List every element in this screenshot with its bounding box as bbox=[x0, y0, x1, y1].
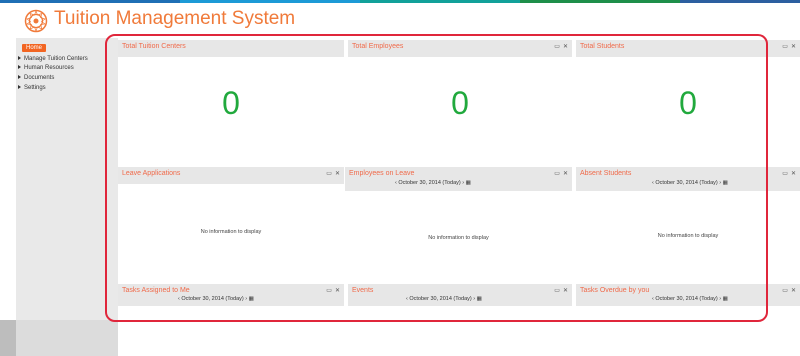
widget-header: Total Employees ▭ ✕ bbox=[348, 40, 572, 57]
caret-right-icon bbox=[18, 56, 21, 61]
chevron-right-icon[interactable]: › bbox=[719, 296, 721, 302]
widget-total-employees: Total Employees ▭ ✕ 0 bbox=[348, 40, 572, 162]
caret-right-icon bbox=[18, 65, 21, 70]
chevron-right-icon[interactable]: › bbox=[473, 296, 475, 302]
chevron-left-icon[interactable]: ‹ bbox=[652, 296, 654, 302]
caret-right-icon bbox=[18, 75, 21, 80]
sidebar-item-documents[interactable]: Documents bbox=[18, 75, 54, 81]
date-navigator: ‹ October 30, 2014 (Today) › ▦ bbox=[178, 296, 254, 302]
calendar-icon[interactable]: ▦ bbox=[466, 180, 471, 186]
home-button[interactable]: Home bbox=[22, 44, 47, 52]
calendar-icon[interactable]: ▦ bbox=[723, 180, 728, 186]
footer-block bbox=[16, 320, 118, 356]
chevron-right-icon[interactable]: › bbox=[245, 296, 247, 302]
date-navigator: ‹ October 30, 2014 (Today) › ▦ bbox=[395, 180, 471, 186]
date-label: October 30, 2014 (Today) bbox=[655, 180, 718, 186]
app-title: Tuition Management System bbox=[54, 8, 296, 29]
sidebar-item-label: Documents bbox=[24, 75, 55, 81]
close-icon[interactable]: ✕ bbox=[563, 44, 568, 50]
sidebar-item-manage-tuition-centers[interactable]: Manage Tuition Centers bbox=[18, 56, 88, 62]
date-navigator: ‹ October 30, 2014 (Today) › ▦ bbox=[652, 180, 728, 186]
close-icon[interactable]: ✕ bbox=[791, 171, 796, 177]
widget-header: Leave Applications ▭ ✕ bbox=[118, 167, 344, 184]
close-icon[interactable]: ✕ bbox=[563, 171, 568, 177]
widget-title: Tasks Assigned to Me bbox=[122, 287, 190, 294]
chevron-left-icon[interactable]: ‹ bbox=[395, 180, 397, 186]
sidebar-item-label: Settings bbox=[24, 85, 46, 91]
chevron-left-icon[interactable]: ‹ bbox=[178, 296, 180, 302]
widget-absent-students: Absent Students ▭ ✕ ‹ October 30, 2014 (T… bbox=[576, 167, 800, 282]
total-tuition-centers-count: 0 bbox=[222, 85, 240, 121]
app-header: Tuition Management System bbox=[0, 3, 800, 36]
close-icon[interactable]: ✕ bbox=[335, 171, 340, 177]
chevron-right-icon[interactable]: › bbox=[719, 180, 721, 186]
widget-title: Total Employees bbox=[352, 43, 404, 50]
widget-header: Tasks Overdue by you ▭ ✕ ‹ October 30, 20… bbox=[576, 284, 800, 306]
empty-message: No information to display bbox=[200, 229, 262, 235]
calendar-icon[interactable]: ▦ bbox=[249, 296, 254, 302]
window-icon[interactable]: ▭ bbox=[782, 171, 788, 177]
widget-title: Total Tuition Centers bbox=[122, 43, 186, 50]
total-employees-count: 0 bbox=[451, 85, 469, 121]
widget-employees-on-leave: Employees on Leave ▭ ✕ ‹ October 30, 2014… bbox=[345, 167, 572, 282]
date-label: October 30, 2014 (Today) bbox=[655, 296, 718, 302]
window-icon[interactable]: ▭ bbox=[554, 288, 560, 294]
widget-total-tuition-centers: Total Tuition Centers 0 bbox=[118, 40, 344, 162]
total-students-count: 0 bbox=[679, 85, 697, 121]
widget-title: Tasks Overdue by you bbox=[580, 287, 650, 294]
window-icon[interactable]: ▭ bbox=[782, 44, 788, 50]
widget-title: Absent Students bbox=[580, 170, 632, 177]
sidebar-item-human-resources[interactable]: Human Resources bbox=[18, 65, 74, 71]
chevron-left-icon[interactable]: ‹ bbox=[406, 296, 408, 302]
date-label: October 30, 2014 (Today) bbox=[181, 296, 244, 302]
widget-header: Total Students ▭ ✕ bbox=[576, 40, 800, 57]
widget-title: Employees on Leave bbox=[349, 170, 415, 177]
widget-events: Events ▭ ✕ ‹ October 30, 2014 (Today) › ▦ bbox=[348, 284, 572, 356]
sidebar-item-label: Manage Tuition Centers bbox=[24, 56, 88, 62]
chevron-left-icon[interactable]: ‹ bbox=[652, 180, 654, 186]
window-icon[interactable]: ▭ bbox=[554, 171, 560, 177]
widget-total-students: Total Students ▭ ✕ 0 bbox=[576, 40, 800, 162]
widget-title: Leave Applications bbox=[122, 170, 181, 177]
footer-block bbox=[0, 320, 16, 356]
close-icon[interactable]: ✕ bbox=[791, 44, 796, 50]
widget-title: Events bbox=[352, 287, 374, 294]
window-icon[interactable]: ▭ bbox=[326, 288, 332, 294]
date-label: October 30, 2014 (Today) bbox=[409, 296, 472, 302]
caret-right-icon bbox=[18, 85, 21, 90]
widget-tasks-assigned: Tasks Assigned to Me ▭ ✕ ‹ October 30, 20… bbox=[118, 284, 344, 356]
widget-title: Total Students bbox=[580, 43, 625, 50]
logo-icon bbox=[24, 9, 48, 33]
widget-header: Events ▭ ✕ ‹ October 30, 2014 (Today) › ▦ bbox=[348, 284, 572, 306]
close-icon[interactable]: ✕ bbox=[563, 288, 568, 294]
date-label: October 30, 2014 (Today) bbox=[398, 180, 461, 186]
window-icon[interactable]: ▭ bbox=[326, 171, 332, 177]
calendar-icon[interactable]: ▦ bbox=[477, 296, 482, 302]
sidebar: Home Manage Tuition Centers Human Resour… bbox=[16, 38, 118, 356]
date-navigator: ‹ October 30, 2014 (Today) › ▦ bbox=[652, 296, 728, 302]
window-icon[interactable]: ▭ bbox=[554, 44, 560, 50]
widget-header: Employees on Leave ▭ ✕ ‹ October 30, 2014… bbox=[345, 167, 572, 191]
widget-tasks-overdue: Tasks Overdue by you ▭ ✕ ‹ October 30, 20… bbox=[576, 284, 800, 356]
date-navigator: ‹ October 30, 2014 (Today) › ▦ bbox=[406, 296, 482, 302]
sidebar-item-settings[interactable]: Settings bbox=[18, 85, 46, 91]
empty-message: No information to display bbox=[428, 235, 489, 241]
sidebar-item-label: Human Resources bbox=[24, 65, 74, 71]
close-icon[interactable]: ✕ bbox=[335, 288, 340, 294]
empty-message: No information to display bbox=[657, 233, 719, 239]
window-icon[interactable]: ▭ bbox=[782, 288, 788, 294]
widget-header: Total Tuition Centers bbox=[118, 40, 344, 57]
widget-header: Tasks Assigned to Me ▭ ✕ ‹ October 30, 20… bbox=[118, 284, 344, 306]
chevron-right-icon[interactable]: › bbox=[462, 180, 464, 186]
close-icon[interactable]: ✕ bbox=[791, 288, 796, 294]
calendar-icon[interactable]: ▦ bbox=[723, 296, 728, 302]
widget-header: Absent Students ▭ ✕ ‹ October 30, 2014 (T… bbox=[576, 167, 800, 191]
widget-leave-applications: Leave Applications ▭ ✕ No information to … bbox=[118, 167, 344, 282]
